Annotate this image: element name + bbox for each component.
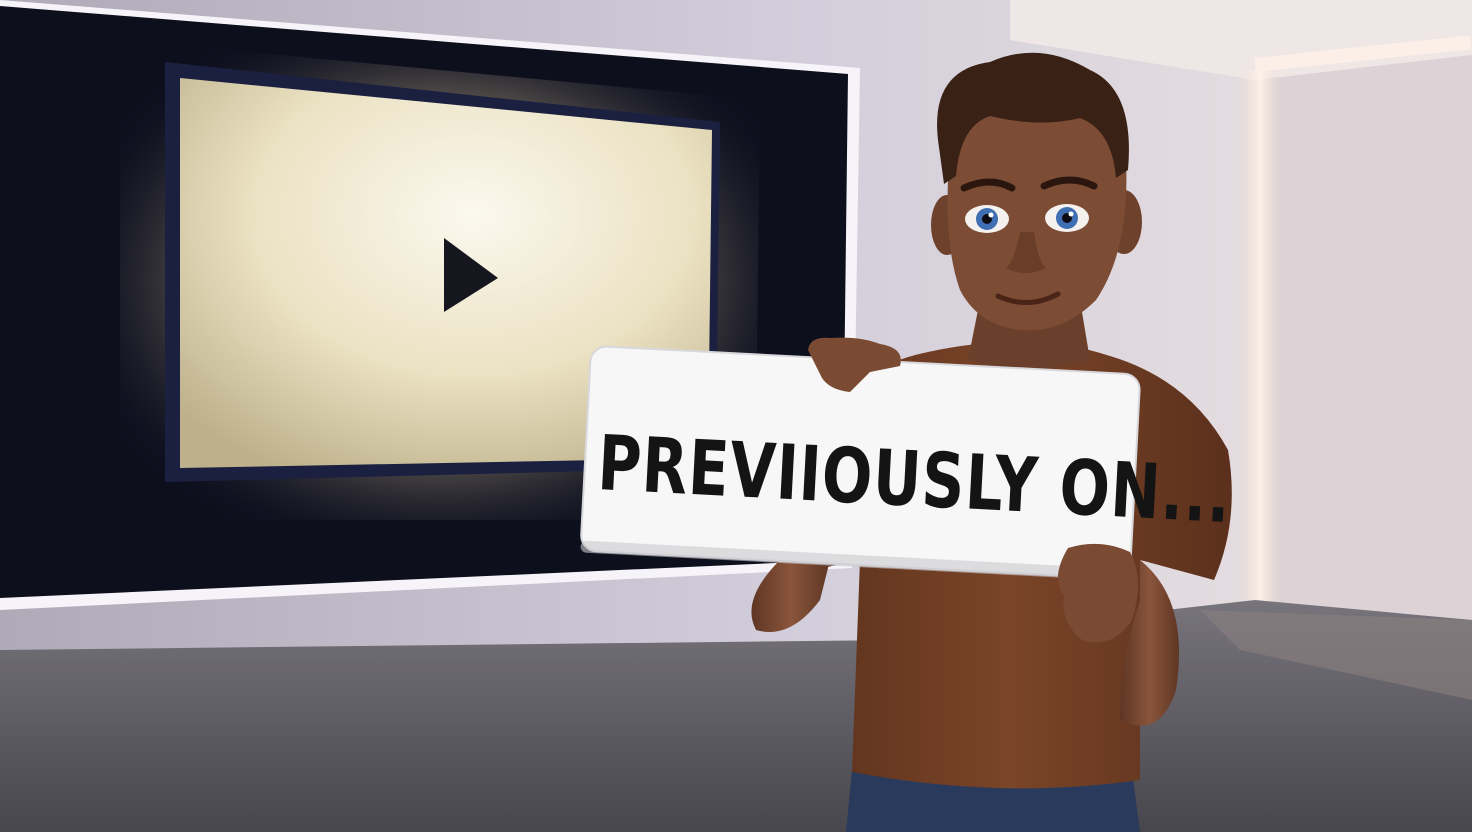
side-wall	[1255, 55, 1472, 620]
right-eye-highlight	[1068, 211, 1074, 217]
sign-text: PREVIIOUSLY ON...	[595, 418, 1234, 541]
left-eye-highlight	[988, 212, 994, 218]
scene: PREVIIOUSLY ON...	[0, 0, 1472, 832]
corner-light	[1240, 70, 1280, 610]
